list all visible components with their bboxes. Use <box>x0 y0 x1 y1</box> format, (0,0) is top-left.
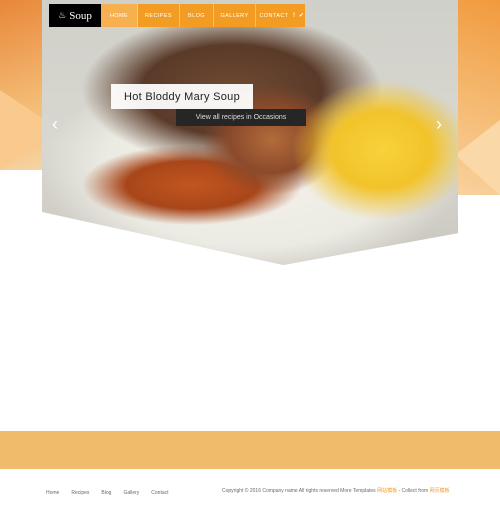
nav-item-blog[interactable]: BLOG <box>180 4 214 27</box>
slider-prev-button[interactable]: ‹ <box>52 114 58 134</box>
collect-link[interactable]: 网页模板 <box>430 488 450 494</box>
nav-item-recipes[interactable]: RECIPES <box>138 4 180 27</box>
twitter-icon[interactable]: ✔ <box>299 12 304 19</box>
decor-right-triangle <box>455 120 500 195</box>
footer-link-blog[interactable]: Blog <box>101 490 111 496</box>
hero-title: Hot Bloddy Mary Soup <box>123 90 241 103</box>
social-links: f ✔ <box>292 4 305 27</box>
footer-link-gallery[interactable]: Gallery <box>123 490 139 496</box>
hero-title-box: Hot Bloddy Mary Soup <box>111 84 253 109</box>
footer-nav: Home Recipes Blog Gallery Contact <box>46 490 169 496</box>
view-recipes-button[interactable]: View all recipes in Occasions <box>176 109 306 126</box>
facebook-icon[interactable]: f <box>293 13 295 19</box>
site-footer: Home Recipes Blog Gallery Contact Copyri… <box>0 470 500 514</box>
logo-text: Soup <box>69 9 92 22</box>
footer-link-contact[interactable]: Contact <box>151 490 168 496</box>
templates-link[interactable]: 网站模板 <box>377 488 397 494</box>
slider-next-button[interactable]: › <box>436 114 442 134</box>
bowl-icon: ♨ <box>58 10 67 20</box>
main-nav: HOME RECIPES BLOG GALLERY CONTACT f ✔ <box>101 4 305 27</box>
footer-link-recipes[interactable]: Recipes <box>71 490 89 496</box>
site-logo[interactable]: ♨ Soup <box>49 4 101 27</box>
nav-item-gallery[interactable]: GALLERY <box>214 4 256 27</box>
copyright-middle: - Collect from <box>397 488 430 494</box>
orange-band <box>0 431 500 469</box>
copyright-prefix: Copyright © 2016 Company name All rights… <box>222 488 378 494</box>
nav-item-contact[interactable]: CONTACT <box>256 4 292 27</box>
nav-item-home[interactable]: HOME <box>101 4 138 27</box>
footer-link-home[interactable]: Home <box>46 490 59 496</box>
hero-slider-image <box>42 0 458 265</box>
copyright-text: Copyright © 2016 Company name All rights… <box>222 487 450 494</box>
